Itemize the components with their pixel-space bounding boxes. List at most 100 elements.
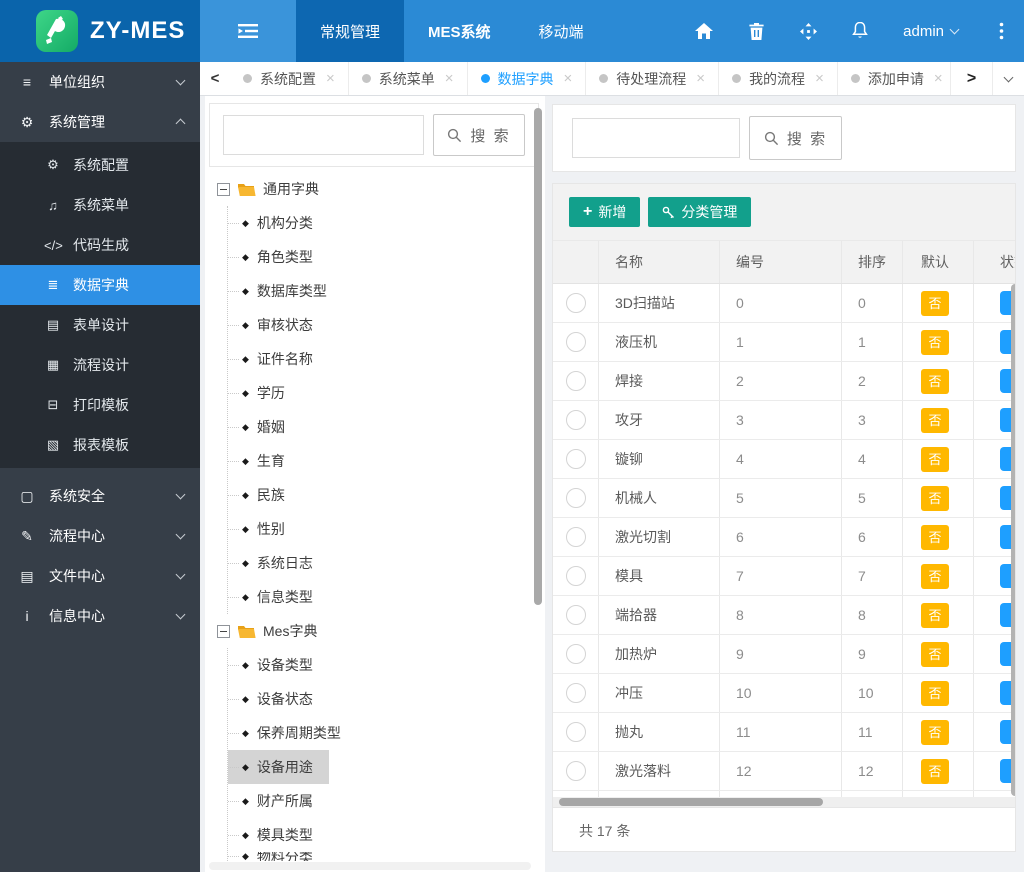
tree-item[interactable]: ◆ 模具类型 bbox=[228, 818, 329, 852]
page-tab[interactable]: 待处理流程 × bbox=[586, 62, 720, 95]
tree-search-input[interactable] bbox=[223, 115, 424, 155]
tree-item[interactable]: ◆ 角色类型 bbox=[228, 240, 329, 274]
add-button[interactable]: + 新增 bbox=[569, 197, 641, 227]
sidebar-item-system-mgmt[interactable]: ⚙ 系统管理 bbox=[0, 102, 200, 142]
scrollbar-thumb[interactable] bbox=[559, 798, 823, 806]
table-horizontal-scrollbar[interactable] bbox=[553, 797, 1015, 807]
sidebar-submenu-item[interactable]: ▧ 报表模板 bbox=[0, 425, 200, 465]
tab-close-icon[interactable]: × bbox=[934, 70, 943, 87]
sidebar-item[interactable]: ▤ 文件中心 bbox=[0, 556, 200, 596]
row-radio[interactable] bbox=[565, 410, 586, 430]
tabs-menu-button[interactable] bbox=[992, 62, 1024, 95]
row-radio[interactable] bbox=[565, 293, 586, 313]
tree-item[interactable]: ◆ 学历 bbox=[228, 376, 301, 410]
page-tab[interactable]: 数据字典 × bbox=[468, 62, 587, 95]
sidebar-submenu-item[interactable]: ⚙ 系统配置 bbox=[0, 145, 200, 185]
tab-close-icon[interactable]: × bbox=[445, 70, 454, 87]
default-badge[interactable]: 否 bbox=[921, 329, 949, 355]
default-badge[interactable]: 否 bbox=[921, 446, 949, 472]
default-cell: 否 bbox=[903, 752, 974, 790]
tab-close-icon[interactable]: × bbox=[326, 70, 335, 87]
tabs-scroll-left-button[interactable]: < bbox=[200, 62, 230, 95]
default-badge[interactable]: 否 bbox=[921, 368, 949, 394]
row-radio[interactable] bbox=[565, 371, 586, 391]
sidebar-submenu-item[interactable]: ♫ 系统菜单 bbox=[0, 185, 200, 225]
default-badge[interactable]: 否 bbox=[921, 641, 949, 667]
tree-item[interactable]: ◆ 生育 bbox=[228, 444, 301, 478]
row-radio[interactable] bbox=[565, 332, 586, 352]
row-radio[interactable] bbox=[565, 605, 586, 625]
row-radio[interactable] bbox=[565, 449, 586, 469]
default-badge[interactable]: 否 bbox=[921, 524, 949, 550]
table-search-input[interactable] bbox=[572, 118, 740, 158]
tree-vertical-scrollbar[interactable] bbox=[534, 108, 542, 605]
tree-item[interactable]: ◆ 设备类型 bbox=[228, 648, 329, 682]
row-radio[interactable] bbox=[565, 566, 586, 586]
tree-item[interactable]: ◆ 设备用途 bbox=[228, 750, 329, 784]
row-radio[interactable] bbox=[565, 722, 586, 742]
tree-folder-common[interactable]: 通用字典 bbox=[217, 172, 531, 206]
fullscreen-button[interactable] bbox=[799, 22, 817, 40]
tree-item[interactable]: ◆ 婚姻 bbox=[228, 410, 301, 444]
tree-item[interactable]: ◆ 设备状态 bbox=[228, 682, 329, 716]
category-manage-button[interactable]: 分类管理 bbox=[648, 197, 752, 227]
sidebar-item[interactable]: ✎ 流程中心 bbox=[0, 516, 200, 556]
default-badge[interactable]: 否 bbox=[921, 485, 949, 511]
home-button[interactable] bbox=[695, 22, 714, 40]
sidebar-item[interactable]: ▢ 系统安全 bbox=[0, 476, 200, 516]
top-menu-item[interactable]: 常规管理 bbox=[296, 0, 405, 62]
default-badge[interactable]: 否 bbox=[921, 563, 949, 589]
top-menu-item[interactable]: MES系统 bbox=[404, 0, 515, 62]
tree-item[interactable]: ◆ 物料分类 bbox=[228, 852, 329, 861]
tab-close-icon[interactable]: × bbox=[564, 70, 573, 87]
row-radio[interactable] bbox=[565, 683, 586, 703]
page-tab[interactable]: 系统配置 × bbox=[230, 62, 349, 95]
tree-item[interactable]: ◆ 证件名称 bbox=[228, 342, 329, 376]
tab-close-icon[interactable]: × bbox=[696, 70, 705, 87]
tree-item[interactable]: ◆ 民族 bbox=[228, 478, 301, 512]
sidebar-submenu-item[interactable]: ⊟ 打印模板 bbox=[0, 385, 200, 425]
default-badge[interactable]: 否 bbox=[921, 719, 949, 745]
default-badge[interactable]: 否 bbox=[921, 290, 949, 316]
table-search-button[interactable]: 搜 索 bbox=[749, 116, 842, 160]
default-badge[interactable]: 否 bbox=[921, 407, 949, 433]
notifications-button[interactable] bbox=[851, 22, 869, 40]
sidebar-collapse-button[interactable] bbox=[200, 0, 296, 62]
collapse-node-icon[interactable] bbox=[217, 182, 230, 196]
tree-item[interactable]: ◆ 数据库类型 bbox=[228, 274, 343, 308]
page-tab[interactable]: 系统菜单 × bbox=[349, 62, 468, 95]
tree-item[interactable]: ◆ 系统日志 bbox=[228, 546, 329, 580]
sidebar-submenu-item[interactable]: </> 代码生成 bbox=[0, 225, 200, 265]
default-badge[interactable]: 否 bbox=[921, 758, 949, 784]
default-badge[interactable]: 否 bbox=[921, 680, 949, 706]
row-radio[interactable] bbox=[565, 761, 586, 781]
tree-item[interactable]: ◆ 财产所属 bbox=[228, 784, 329, 818]
clear-cache-button[interactable] bbox=[747, 22, 765, 40]
page-tab[interactable]: 我的流程 × bbox=[719, 62, 838, 95]
row-radio[interactable] bbox=[565, 488, 586, 508]
row-radio[interactable] bbox=[565, 644, 586, 664]
tree-item[interactable]: ◆ 机构分类 bbox=[228, 206, 329, 240]
sidebar-item[interactable]: i 信息中心 bbox=[0, 596, 200, 636]
tree-item[interactable]: ◆ 性别 bbox=[228, 512, 301, 546]
default-badge[interactable]: 否 bbox=[921, 602, 949, 628]
sidebar-item-unit-org[interactable]: ≡ 单位组织 bbox=[0, 62, 200, 102]
sidebar-submenu-item[interactable]: ≣ 数据字典 bbox=[0, 265, 200, 305]
more-options-button[interactable] bbox=[992, 22, 1010, 40]
sidebar-submenu-item[interactable]: ▤ 表单设计 bbox=[0, 305, 200, 345]
tree-search-button[interactable]: 搜 索 bbox=[433, 114, 525, 156]
tree-folder-mes[interactable]: Mes字典 bbox=[217, 614, 531, 648]
top-menu-item[interactable]: 移动端 bbox=[515, 0, 608, 62]
row-radio[interactable] bbox=[565, 527, 586, 547]
tree-item[interactable]: ◆ 信息类型 bbox=[228, 580, 329, 614]
tree-item[interactable]: ◆ 审核状态 bbox=[228, 308, 329, 342]
user-menu[interactable]: admin bbox=[903, 23, 960, 40]
page-tab[interactable]: 添加申请 × bbox=[838, 62, 950, 95]
tab-close-icon[interactable]: × bbox=[815, 70, 824, 87]
tree-horizontal-scrollbar[interactable] bbox=[209, 862, 531, 870]
sidebar-submenu-item[interactable]: ▦ 流程设计 bbox=[0, 345, 200, 385]
tree-item[interactable]: ◆ 保养周期类型 bbox=[228, 716, 357, 750]
collapse-node-icon[interactable] bbox=[217, 624, 230, 638]
tree-item-label: 学历 bbox=[256, 385, 285, 401]
tabs-scroll-right-button[interactable]: > bbox=[950, 62, 992, 95]
